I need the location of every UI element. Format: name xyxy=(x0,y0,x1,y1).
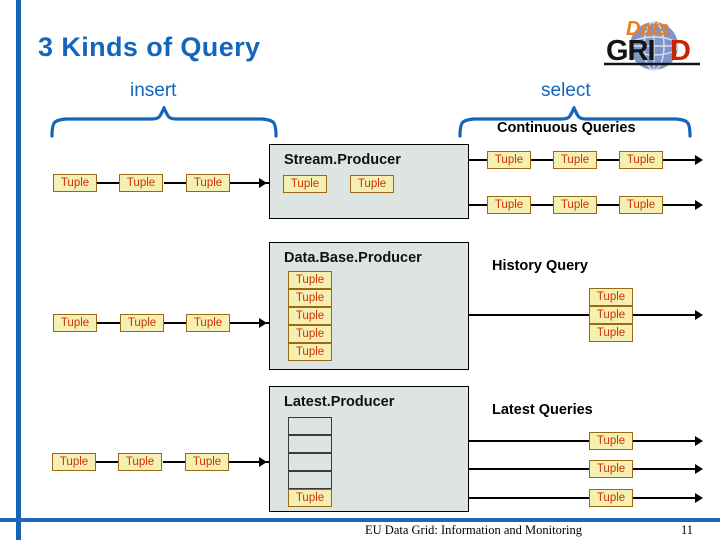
hq-arrow xyxy=(695,310,703,320)
database-producer-box: Data.Base.Producer Tuple Tuple Tuple Tup… xyxy=(269,242,469,370)
tuple-chip: Tuple xyxy=(589,432,633,450)
tuple-chip: Tuple xyxy=(589,489,633,507)
cq-link-2c xyxy=(597,204,619,206)
tuple-chip: Tuple xyxy=(589,460,633,478)
tuple-chip: Tuple xyxy=(288,325,332,343)
tuple-chip: Tuple xyxy=(119,174,163,192)
lq-link-3a xyxy=(469,497,589,499)
cq-link-2b xyxy=(531,204,553,206)
tuple-slot-empty xyxy=(288,453,332,471)
cq-arrow-2 xyxy=(695,200,703,210)
tuple-chip: Tuple xyxy=(53,314,97,332)
lq-arrow-1 xyxy=(695,436,703,446)
footer-blue-rule xyxy=(0,518,720,522)
tuple-chip: Tuple xyxy=(120,314,164,332)
tuple-chip: Tuple xyxy=(288,307,332,325)
svg-text:D: D xyxy=(670,35,691,67)
cq-link-2a xyxy=(469,204,487,206)
lq-link-1b xyxy=(633,440,701,442)
insert-arrow-1 xyxy=(259,178,267,188)
lq-link-1a xyxy=(469,440,589,442)
tuple-slot-empty xyxy=(288,471,332,489)
heading-continuous-queries: Continuous Queries xyxy=(497,120,636,136)
insert-brace xyxy=(48,106,280,138)
heading-latest-queries: Latest Queries xyxy=(492,402,593,418)
tuple-chip: Tuple xyxy=(186,174,230,192)
insert-arrow-3 xyxy=(259,457,267,467)
lq-arrow-2 xyxy=(695,464,703,474)
tuple-chip: Tuple xyxy=(589,288,633,306)
cq-link-1b xyxy=(531,159,553,161)
tuple-chip: Tuple xyxy=(619,196,663,214)
cq-link-1a xyxy=(469,159,487,161)
tuple-slot-empty xyxy=(288,417,332,435)
producer-name: Data.Base.Producer xyxy=(284,250,422,266)
tuple-chip: Tuple xyxy=(350,175,394,193)
tuple-chip: Tuple xyxy=(288,271,332,289)
tuple-chip: Tuple xyxy=(52,453,96,471)
tuple-chip: Tuple xyxy=(283,175,327,193)
svg-text:GRI: GRI xyxy=(606,35,655,67)
tuple-chip: Tuple xyxy=(553,196,597,214)
tuple-chip: Tuple xyxy=(487,196,531,214)
cq-arrow-1 xyxy=(695,155,703,165)
page-title: 3 Kinds of Query xyxy=(38,32,261,62)
tuple-chip: Tuple xyxy=(185,453,229,471)
insert-arrow-2 xyxy=(259,318,267,328)
lq-link-3b xyxy=(633,497,701,499)
cq-link-1c xyxy=(597,159,619,161)
producer-name: Latest.Producer xyxy=(284,394,395,410)
insert-label: insert xyxy=(130,80,177,101)
lq-link-2b xyxy=(633,468,701,470)
lq-arrow-3 xyxy=(695,493,703,503)
heading-history-query: History Query xyxy=(492,258,588,274)
tuple-chip: Tuple xyxy=(186,314,230,332)
tuple-chip: Tuple xyxy=(553,151,597,169)
footer-title: EU Data Grid: Information and Monitoring xyxy=(365,523,582,537)
tuple-slot-empty xyxy=(288,435,332,453)
latest-producer-box: Latest.Producer Tuple xyxy=(269,386,469,512)
left-blue-rule xyxy=(16,0,21,540)
lq-link-2a xyxy=(469,468,589,470)
tuple-chip: Tuple xyxy=(487,151,531,169)
tuple-chip: Tuple xyxy=(288,489,332,507)
tuple-chip: Tuple xyxy=(288,289,332,307)
datagrid-logo: Data GRI D xyxy=(592,8,710,74)
tuple-chip: Tuple xyxy=(589,324,633,342)
hq-link-a xyxy=(469,314,589,316)
hq-link-b xyxy=(633,314,701,316)
stream-producer-box: Stream.Producer Tuple Tuple xyxy=(269,144,469,219)
tuple-chip: Tuple xyxy=(619,151,663,169)
tuple-chip: Tuple xyxy=(118,453,162,471)
tuple-chip: Tuple xyxy=(53,174,97,192)
footer-page-number: 11 xyxy=(681,523,694,537)
producer-name: Stream.Producer xyxy=(284,152,401,168)
tuple-chip: Tuple xyxy=(288,343,332,361)
tuple-chip: Tuple xyxy=(589,306,633,324)
select-label: select xyxy=(541,80,591,101)
slide-canvas: 3 Kinds of Query Data GRI D insert selec… xyxy=(0,0,720,540)
